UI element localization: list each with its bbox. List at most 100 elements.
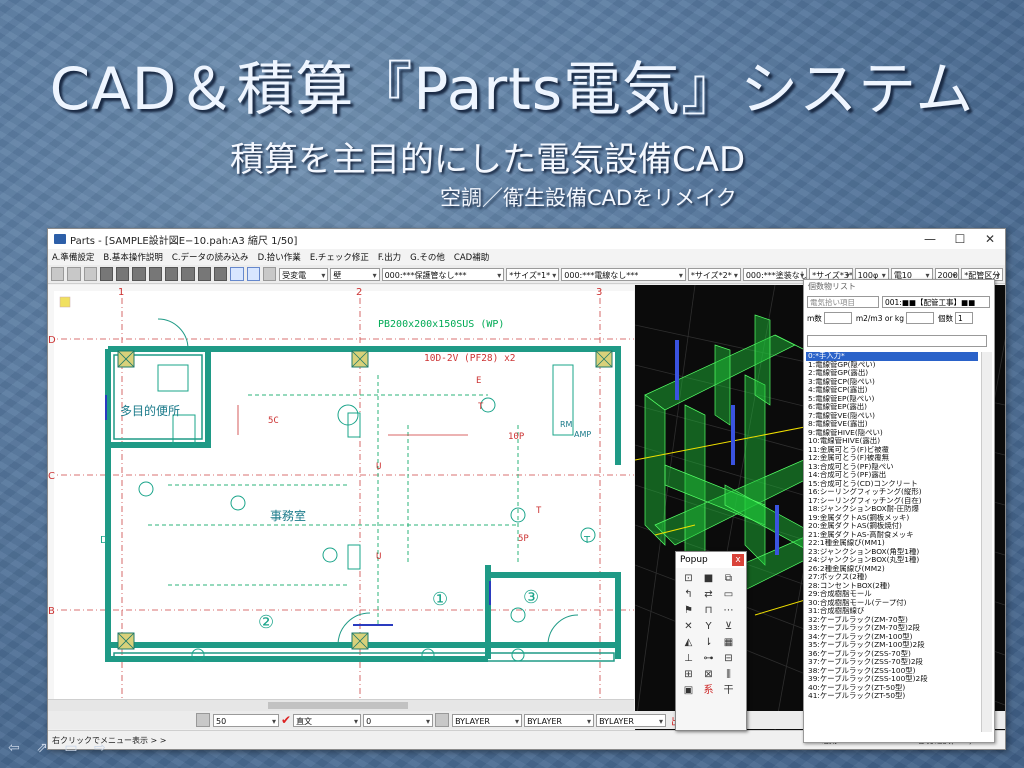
size1-dropdown[interactable]: *サイズ*1* [506,267,560,281]
layer-icon-7[interactable] [197,267,211,281]
list-item[interactable]: 26:2種金属線び(MM2) [806,565,978,574]
palette-icon-4[interactable]: ↰ [682,588,695,601]
popup-close-button[interactable]: x [732,554,744,566]
list-item[interactable]: 1:電線管GP(隠ぺい) [806,361,978,370]
list-item[interactable]: 33:ケーブルラック(ZM-70型)2段 [806,624,978,633]
list-item[interactable]: 34:ケーブルラック(ZM-100型) [806,633,978,642]
part-type-dropdown[interactable]: 壁 [330,267,380,281]
check-mark-icon[interactable]: ✔ [281,713,291,727]
list-search-field[interactable] [807,335,987,347]
area-input[interactable] [906,312,935,324]
redo-icon[interactable] [262,267,277,281]
palette-icon-10[interactable]: ✕ [682,620,695,633]
parts-list-scrollbar[interactable] [981,352,992,732]
layer-icon-2[interactable] [116,267,130,281]
list-item[interactable]: 30:合成樹脂モール(テープ付) [806,599,978,608]
list-item[interactable]: 39:ケーブルラック(ZSS-100型)2段 [806,675,978,684]
palette-icon-17[interactable]: ⊶ [702,652,715,665]
menu-item-output[interactable]: F.出力 [378,251,401,263]
palette-icon-14[interactable]: ⇂ [702,636,715,649]
palette-icon-24[interactable]: 干 [722,684,735,697]
count-input[interactable]: 1 [955,312,974,324]
scale-dropdown[interactable]: 50 [213,713,279,727]
drawing-canvas[interactable]: 1 2 3 D C B PB200x200x150SUS (WP) 10D-2V… [48,285,634,699]
paint-dropdown[interactable]: 000:***塗装なし [742,267,808,281]
list-item[interactable]: 6:電線管EP(露出) [806,403,978,412]
list-item[interactable]: 37:ケーブルラック(ZSS-70型)2段 [806,658,978,667]
palette-icon-12[interactable]: ⊻ [722,620,735,633]
layer-icon-3[interactable] [132,267,146,281]
palette-icon-21[interactable]: ⫼ [722,668,735,681]
layer-icon-5[interactable] [165,267,179,281]
slide-navigation[interactable]: ⇦ ⇗ ▭ ⇨ [8,740,112,756]
layer-icon-8[interactable] [213,267,228,281]
meters-input[interactable] [823,312,852,324]
list-item[interactable]: 17:シーリングフィッチング(自在) [806,497,978,506]
conduit-dropdown[interactable]: 000:***保護管なし*** [381,267,505,281]
menu-item-check-fix[interactable]: E.チェック修正 [310,251,369,263]
list-item[interactable]: 38:ケーブルラック(ZSS-100型) [806,667,978,676]
undo-icon[interactable] [246,267,260,281]
pen-icon[interactable] [435,713,450,727]
list-item[interactable]: 40:ケーブルラック(ZT-50型) [806,684,978,693]
pen-tool-icon[interactable] [67,267,81,281]
palette-icon-16[interactable]: ⊥ [682,652,695,665]
value-dropdown[interactable]: 0 [363,713,434,727]
list-item[interactable]: 23:ジャンクションBOX(角型1種) [806,548,978,557]
list-item[interactable]: 3:電線管CP(隠ぺい) [806,378,978,387]
hatch-tool-icon[interactable] [83,267,97,281]
list-item[interactable]: 41:ケーブルラック(ZT-50型) [806,692,978,701]
menu-item-prepare[interactable]: A.準備設定 [52,251,94,263]
list-item[interactable]: 16:シーリングフィッチング(縦形) [806,488,978,497]
layer-icon-4[interactable] [148,267,163,281]
palette-icon-15[interactable]: ▦ [722,636,735,649]
list-item[interactable]: 24:ジャンクションBOX(丸型1種) [806,556,978,565]
palette-icon-7[interactable]: ⚑ [682,604,695,617]
layer-dropdown-2[interactable]: BYLAYER [524,713,595,727]
list-item[interactable]: 28:コンセントBOX(2種) [806,582,978,591]
palette-icon-11[interactable]: Y [702,620,715,633]
list-item[interactable]: 4:電線管CP(露出) [806,386,978,395]
text-style-dropdown[interactable]: 直文 [293,713,362,727]
list-item[interactable]: 27:ボックス(2種) [806,573,978,582]
list-item[interactable]: 9:電線管HIVE(隠ぺい) [806,429,978,438]
layer-dropdown-1[interactable]: BYLAYER [452,713,523,727]
list-item[interactable]: 11:金属可とう(F)ビ被覆 [806,446,978,455]
scroll-thumb[interactable] [268,702,408,709]
list-item[interactable]: 22:1種金属線び(MM1) [806,539,978,548]
palette-icon-23[interactable]: 系 [702,684,715,697]
list-item[interactable]: 2:電線管GP(露出) [806,369,978,378]
list-item[interactable]: 7:電線管VE(隠ぺい) [806,412,978,421]
list-item[interactable]: 12:金属可とう(F)被覆無 [806,454,978,463]
layer-icon-6[interactable] [181,267,195,281]
maximize-button[interactable]: ☐ [945,232,975,246]
list-item[interactable]: 8:電線管VE(露出) [806,420,978,429]
palette-icon-22[interactable]: ▣ [682,684,695,697]
grid-snap-icon[interactable] [196,713,210,727]
list-item[interactable]: 31:合成樹脂線び [806,607,978,616]
crosshair-icon[interactable] [230,267,244,281]
wire-dropdown[interactable]: 000:***電線なし*** [561,267,686,281]
line-tool-icon[interactable] [51,267,65,281]
palette-icon-3[interactable]: ⧉ [722,572,735,585]
palette-icon-2[interactable]: ■ [702,572,715,585]
list-item[interactable]: 29:合成樹脂モール [806,590,978,599]
list-item[interactable]: 18:ジャンクションBOX耐-圧防爆 [806,505,978,514]
layer-icon[interactable] [99,267,114,281]
menu-item-basic-ops[interactable]: B.基本操作説明 [103,251,163,263]
minimize-button[interactable]: — [915,232,945,246]
menu-item-cad-assist[interactable]: CAD補助 [454,251,489,263]
list-item[interactable]: 32:ケーブルラック(ZM-70型) [806,616,978,625]
item-category-field[interactable]: 電気拾い項目 [807,296,879,308]
list-item[interactable]: 19:金属ダクトAS(鋼板メッキ) [806,514,978,523]
category-dropdown[interactable]: 受変電 [279,267,329,281]
palette-icon-20[interactable]: ⊠ [702,668,715,681]
palette-icon-13[interactable]: ◭ [682,636,695,649]
list-item[interactable]: 36:ケーブルラック(ZSS-70型) [806,650,978,659]
menu-item-load-data[interactable]: C.データの読み込み [172,251,249,263]
palette-icon-5[interactable]: ⇄ [702,588,715,601]
size2-dropdown[interactable]: *サイズ*2* [687,267,741,281]
list-item[interactable]: 10:電線管HIVE(露出) [806,437,978,446]
palette-icon-18[interactable]: ⊟ [722,652,735,665]
palette-icon-19[interactable]: ⊞ [682,668,695,681]
